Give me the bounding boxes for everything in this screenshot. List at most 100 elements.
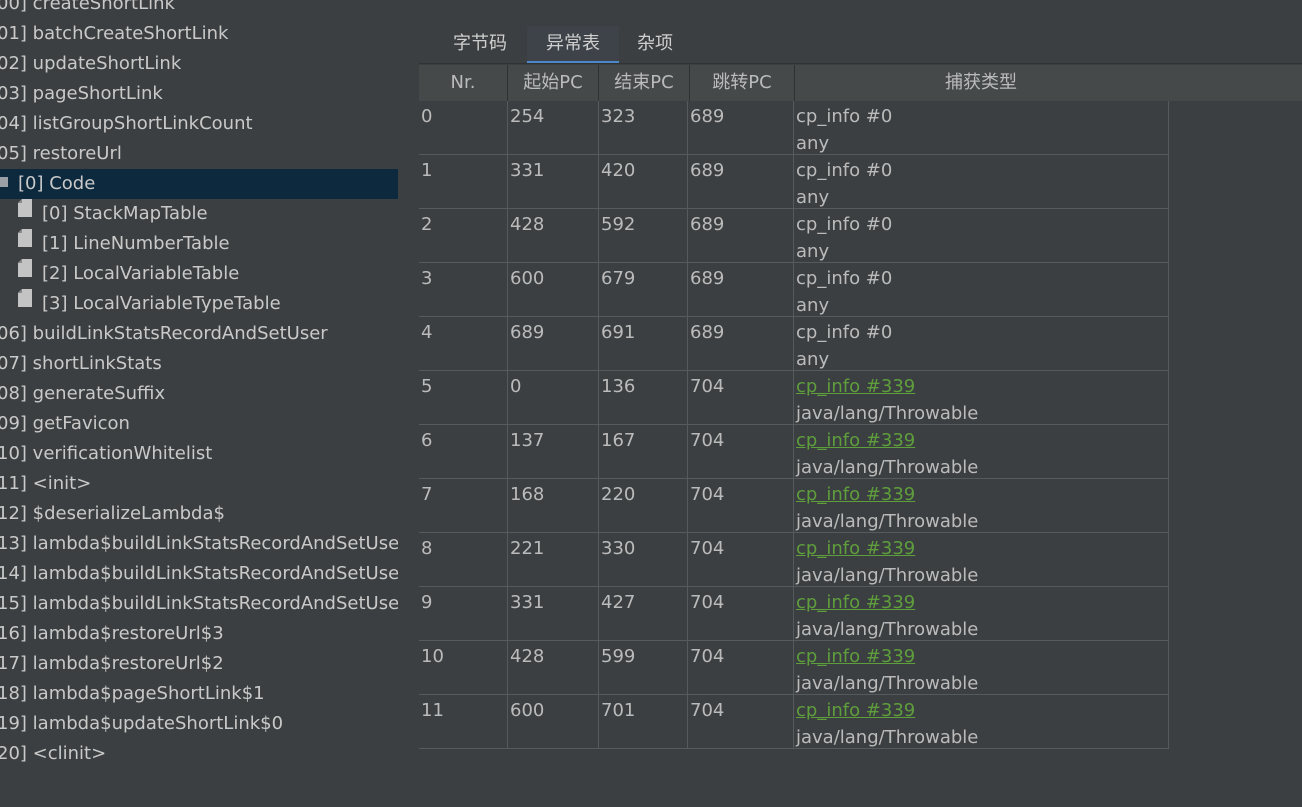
tree-item[interactable]: [09] getFavicon [0,409,398,439]
cell-nr: 8 [419,533,508,586]
tree-item-label: [13] lambda$buildLinkStatsRecordAndSetUs… [0,533,398,554]
cell-catch-type: cp_info #339 java/lang/Throwable [794,587,1169,640]
table-row[interactable]: 4 689 691 689 cp_info #0 any [419,317,1169,371]
header-end-pc[interactable]: 结束PC [599,65,690,101]
cell-start-pc: 137 [508,425,599,478]
tree-item[interactable]: [20] <clinit> [0,739,398,769]
tree-item[interactable]: [17] lambda$restoreUrl$2 [0,649,398,679]
tree-item[interactable]: [14] lambda$buildLinkStatsRecordAndSetUs… [0,559,398,589]
cp-info-link[interactable]: cp_info #339 [796,429,915,452]
tree-item[interactable]: [02] updateShortLink [0,49,398,79]
cp-info-link[interactable]: cp_info #339 [796,375,915,398]
tab-misc[interactable]: 杂项 [625,26,685,64]
tree-item[interactable]: [2] LocalVariableTable [0,259,398,289]
tree-item[interactable]: [1] LineNumberTable [0,229,398,259]
cell-handler-pc: 704 [688,587,794,640]
tree-item-label: [01] batchCreateShortLink [0,23,229,44]
cp-info-link[interactable]: cp_info #339 [796,591,915,614]
tree-item[interactable]: [12] $deserializeLambda$ [0,499,398,529]
tree-item[interactable]: [3] LocalVariableTypeTable [0,289,398,319]
tree-item[interactable]: [11] <init> [0,469,398,499]
header-nr[interactable]: Nr. [419,65,508,101]
tree-item-label: [14] lambda$buildLinkStatsRecordAndSetUs… [0,563,398,584]
cell-start-pc: 221 [508,533,599,586]
cell-handler-pc: 689 [688,155,794,208]
cell-handler-pc: 689 [688,263,794,316]
method-tree-list: [00] createShortLink [01] batchCreateShor… [0,0,398,769]
cell-catch-type: cp_info #0 any [794,317,1169,370]
tree-item[interactable]: [13] lambda$buildLinkStatsRecordAndSetUs… [0,529,398,559]
table-row[interactable]: 11 600 701 704 cp_info #339 java/lang/Throwab… [419,695,1169,749]
tree-item[interactable]: [15] lambda$buildLinkStatsRecordAndSetUs… [0,589,398,619]
tab-bytecode[interactable]: 字节码 [439,26,521,64]
table-row[interactable]: 2 428 592 689 cp_info #0 any [419,209,1169,263]
tree-item-label: [1] LineNumberTable [42,233,230,254]
cell-handler-pc: 704 [688,641,794,694]
tree-item[interactable]: [08] generateSuffix [0,379,398,409]
cell-end-pc: 420 [599,155,688,208]
tree-item-label: [20] <clinit> [0,743,107,764]
header-start-pc[interactable]: 起始PC [508,65,599,101]
cp-info-text: cp_info #0 [796,106,893,127]
table-row[interactable]: 1 331 420 689 cp_info #0 any [419,155,1169,209]
tree-item-label: [09] getFavicon [0,413,130,434]
cell-catch-type: cp_info #339 java/lang/Throwable [794,371,1169,424]
cp-info-link[interactable]: cp_info #339 [796,699,915,722]
tree-item[interactable]: [16] lambda$restoreUrl$3 [0,619,398,649]
cp-info-link[interactable]: cp_info #339 [796,537,915,560]
tree-item-label: [17] lambda$restoreUrl$2 [0,653,224,674]
exception-table: Nr. 起始PC 结束PC 跳转PC 捕获类型 0 254 323 689 cp_inf… [419,65,1302,750]
tree-item[interactable]: [06] buildLinkStatsRecordAndSetUser [0,319,398,349]
table-row[interactable]: 7 168 220 704 cp_info #339 java/lang/Throwabl… [419,479,1169,533]
cp-info-link[interactable]: cp_info #339 [796,483,915,506]
tree-item[interactable]: [10] verificationWhitelist [0,439,398,469]
tree-item[interactable]: [05] restoreUrl [0,139,398,169]
table-row[interactable]: 8 221 330 704 cp_info #339 java/lang/Throwabl… [419,533,1169,587]
tree-item-label: [19] lambda$updateShortLink$0 [0,713,284,734]
tree-item-label: [08] generateSuffix [0,383,166,404]
cell-nr: 6 [419,425,508,478]
tree-item[interactable]: [00] createShortLink [0,0,398,19]
catch-type-name: any [796,295,830,316]
cell-start-pc: 689 [508,317,599,370]
header-catch-type[interactable]: 捕获类型 [795,65,1167,101]
cell-handler-pc: 704 [688,479,794,532]
cell-handler-pc: 704 [688,533,794,586]
tree-item[interactable]: [0] Code [0,169,398,199]
table-row[interactable]: 3 600 679 689 cp_info #0 any [419,263,1169,317]
cell-catch-type: cp_info #0 any [794,101,1169,154]
tree-item-label: [18] lambda$pageShortLink$1 [0,683,265,704]
tree-item[interactable]: [0] StackMapTable [0,199,398,229]
tree-item[interactable]: [04] listGroupShortLinkCount [0,109,398,139]
tree-item[interactable]: [19] lambda$updateShortLink$0 [0,709,398,739]
tree-item-label: [06] buildLinkStatsRecordAndSetUser [0,323,328,344]
tree-item-label: [11] <init> [0,473,92,494]
cp-info-text: cp_info #0 [796,268,893,289]
tree-item[interactable]: [07] shortLinkStats [0,349,398,379]
tree-item-label: [15] lambda$buildLinkStatsRecordAndSetUs… [0,593,398,614]
cell-handler-pc: 689 [688,101,794,154]
cell-nr: 7 [419,479,508,532]
cell-start-pc: 428 [508,641,599,694]
tab-exception-table[interactable]: 异常表 [527,26,619,64]
cp-info-text: cp_info #0 [796,322,893,343]
tree-item-label: [02] updateShortLink [0,53,182,74]
table-row[interactable]: 9 331 427 704 cp_info #339 java/lang/Throwabl… [419,587,1169,641]
cp-info-link[interactable]: cp_info #339 [796,645,915,668]
tree-item[interactable]: [01] batchCreateShortLink [0,19,398,49]
table-row[interactable]: 10 428 599 704 cp_info #339 java/lang/Throwab… [419,641,1169,695]
header-handler-pc[interactable]: 跳转PC [690,65,795,101]
table-row[interactable]: 6 137 167 704 cp_info #339 java/lang/Throwabl… [419,425,1169,479]
tree-item-label: [12] $deserializeLambda$ [0,503,225,524]
cell-catch-type: cp_info #339 java/lang/Throwable [794,533,1169,586]
tree-item[interactable]: [18] lambda$pageShortLink$1 [0,679,398,709]
table-row[interactable]: 0 254 323 689 cp_info #0 any [419,101,1169,155]
cell-nr: 0 [419,101,508,154]
catch-type-name: any [796,133,830,154]
method-tree: [00] createShortLink [01] batchCreateShor… [0,0,398,807]
table-row[interactable]: 5 0 136 704 cp_info #339 java/lang/Throwable [419,371,1169,425]
tree-item[interactable]: [03] pageShortLink [0,79,398,109]
catch-type-name: java/lang/Throwable [796,457,979,478]
cell-end-pc: 167 [599,425,688,478]
cell-handler-pc: 689 [688,317,794,370]
